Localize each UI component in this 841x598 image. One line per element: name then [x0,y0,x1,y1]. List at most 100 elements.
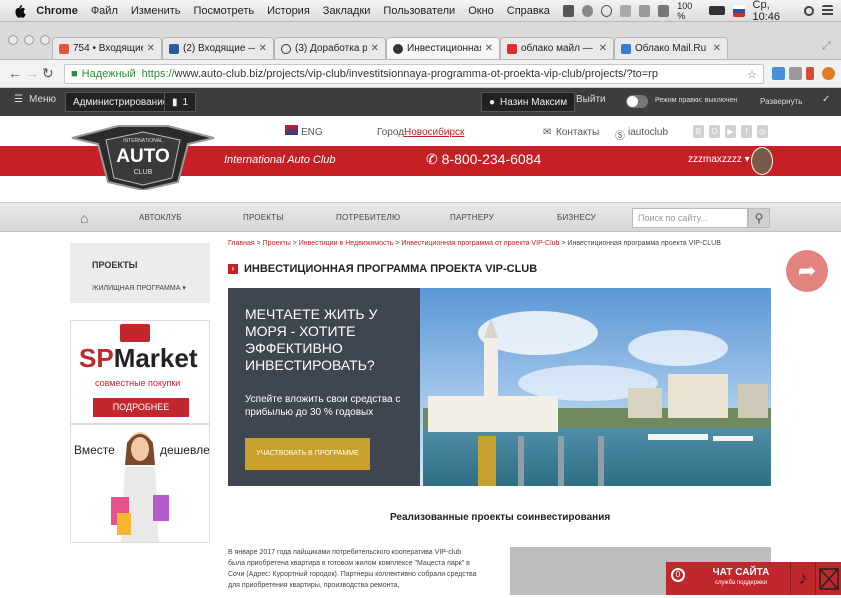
hamburger-icon[interactable]: ☰ [14,94,23,105]
phone-number[interactable]: ✆ 8-800-234-6084 [426,151,541,168]
spmarket-banner[interactable]: SPMarket совместные покупки ПОДРОБНЕЕ [70,320,210,424]
menu-users[interactable]: Пользователи [383,5,455,17]
menu-window[interactable]: Окно [468,5,494,17]
tab-inbox-yandex[interactable]: 754 • Входящие — Ян ✕ [52,37,162,59]
lock-icon: ■ [71,68,78,80]
contacts-link[interactable]: Контакты [556,127,599,138]
zoom-window-button[interactable] [40,35,50,45]
admin-menu-link[interactable]: Меню [29,94,56,105]
nav-partner[interactable]: ПАРТНЕРУ [450,213,494,222]
logout-link[interactable]: Выйти [576,94,606,105]
expand-link[interactable]: Развернуть [760,97,802,106]
facebook-icon[interactable]: f [741,125,752,138]
close-icon[interactable]: ✕ [485,43,493,54]
breadcrumb: Главная > Проекты > Инвестиции в Недвижи… [228,240,721,247]
menubar-clock[interactable]: Ср, 10:46 [753,0,797,23]
tab-yandex-search[interactable]: облако майл — Янде ✕ [500,37,614,59]
reload-icon[interactable]: ↻ [42,65,54,82]
skype-link[interactable]: iautoclub [628,127,668,138]
extension-icon[interactable] [772,67,785,80]
site-logo[interactable]: INTERNATIONAL AUTO CLUB [70,124,216,192]
nav-autoclub[interactable]: АВТОКЛУБ [139,213,182,222]
close-icon[interactable]: ✕ [259,43,267,54]
youtube-icon[interactable]: ▶ [725,125,736,138]
close-window-button[interactable] [8,35,18,45]
search-icon[interactable]: ⚲ [748,208,770,228]
minimize-window-button[interactable] [24,35,34,45]
bluetooth-icon[interactable] [620,4,632,17]
share-icon[interactable]: ➦ [786,250,828,292]
music-note-icon[interactable]: ♪ [790,562,815,595]
cheaper-text: дешевле! [160,443,210,457]
edit-mode-toggle[interactable] [626,95,648,108]
together-cheaper-banner[interactable]: Вместе дешевле! [70,424,210,543]
tab-title: (3) Доработка разде [295,43,367,54]
menu-bookmarks[interactable]: Закладки [323,5,371,17]
notifications-button[interactable]: ▮ 1 [164,92,197,112]
city-select[interactable]: Новосибирск [404,127,464,138]
close-icon[interactable]: ✕ [599,43,607,54]
menu-history[interactable]: История [267,5,310,17]
breadcrumb-program[interactable]: Инвестиционная программа от проекта VIP-… [401,240,559,247]
odnoklassniki-icon[interactable]: О [709,125,720,138]
skype-icon[interactable] [581,4,593,17]
lang-switch[interactable]: ENG [301,127,323,138]
battery-icon[interactable] [708,6,726,15]
list-icon[interactable] [821,4,833,17]
breadcrumb-projects[interactable]: Проекты [263,240,291,247]
extension-icon[interactable] [789,67,802,80]
russian-flag-icon[interactable] [733,4,745,17]
user-button[interactable]: ● Назин Максим [481,92,576,112]
user-dropdown[interactable]: zzzmaxzzzz ▾ [688,154,750,165]
admin-button[interactable]: Администрирование [65,92,177,112]
nav-consumer[interactable]: ПОТРЕБИТЕЛЮ [336,213,400,222]
nav-business[interactable]: БИЗНЕСУ [557,213,596,222]
check-icon[interactable]: ✓ [822,94,830,105]
evernote-icon[interactable] [562,4,574,17]
uk-flag-icon[interactable] [285,125,298,135]
url-bar[interactable]: ■ Надежный https://www.auto-club.biz/pro… [64,64,764,84]
apple-icon[interactable] [13,4,26,18]
breadcrumb-realty[interactable]: Инвестиции в Недвижимость [299,240,394,247]
page-title-text: ИНВЕСТИЦИОННАЯ ПРОГРАММА ПРОЕКТА VIP-CLU… [244,263,538,275]
extension-icon[interactable] [806,67,814,80]
volume-icon[interactable] [639,4,651,17]
tab-tracker[interactable]: (3) Доработка разде ✕ [274,37,386,59]
spmarket-more-button[interactable]: ПОДРОБНЕЕ [93,398,189,417]
search-icon[interactable] [804,5,814,16]
tab-title: облако майл — Янде [521,43,595,54]
menu-file[interactable]: Файл [91,5,118,17]
menu-edit[interactable]: Изменить [131,5,181,17]
section-heading: Реализованные проекты соинвестирования [390,512,611,523]
instagram-icon[interactable]: ◎ [757,125,768,138]
extension-icon[interactable] [822,67,835,80]
url-text[interactable]: https://www.auto-club.biz/projects/vip-c… [142,68,658,80]
search-input[interactable]: Поиск по сайту... [632,208,748,228]
avatar[interactable] [751,147,773,175]
sound-off-icon[interactable] [815,562,841,595]
close-icon[interactable]: ✕ [371,43,379,54]
sidebar-item-housing[interactable]: ЖИЛИЩНАЯ ПРОГРАММА ▾ [92,284,186,292]
forward-arrow-icon[interactable]: → [25,65,39,81]
vk-icon[interactable]: В [693,125,704,138]
wifi-icon[interactable] [658,4,670,17]
participate-button[interactable]: УЧАСТВОВАТЬ В ПРОГРАММЕ [245,438,370,470]
nav-projects[interactable]: ПРОЕКТЫ [243,213,284,222]
breadcrumb-home[interactable]: Главная [228,240,255,247]
menu-help[interactable]: Справка [507,5,550,17]
bookmark-star-icon[interactable]: ☆ [747,68,757,81]
close-icon[interactable]: ✕ [713,43,721,54]
tab-title: 754 • Входящие — Ян [73,43,143,54]
close-icon[interactable]: ✕ [147,43,155,54]
fullscreen-icon[interactable]: ⤢ [822,40,831,53]
tab-inbox-mail[interactable]: (2) Входящие — nasti ✕ [162,37,274,59]
site-chat-button[interactable]: 0 ЧАТ САЙТА служба поддержки [666,562,790,595]
clock-icon[interactable] [600,4,613,17]
sidebar-title[interactable]: ПРОЕКТЫ [92,260,137,270]
tab-investment-program[interactable]: Инвестиционная про ✕ [386,37,500,59]
home-icon[interactable]: ⌂ [80,210,88,226]
tab-mail-cloud[interactable]: Облако Mail.Ru ✕ [614,37,728,59]
back-arrow-icon[interactable]: ← [8,65,22,81]
menu-view[interactable]: Посмотреть [193,5,254,17]
menu-app-name[interactable]: Chrome [36,5,78,17]
